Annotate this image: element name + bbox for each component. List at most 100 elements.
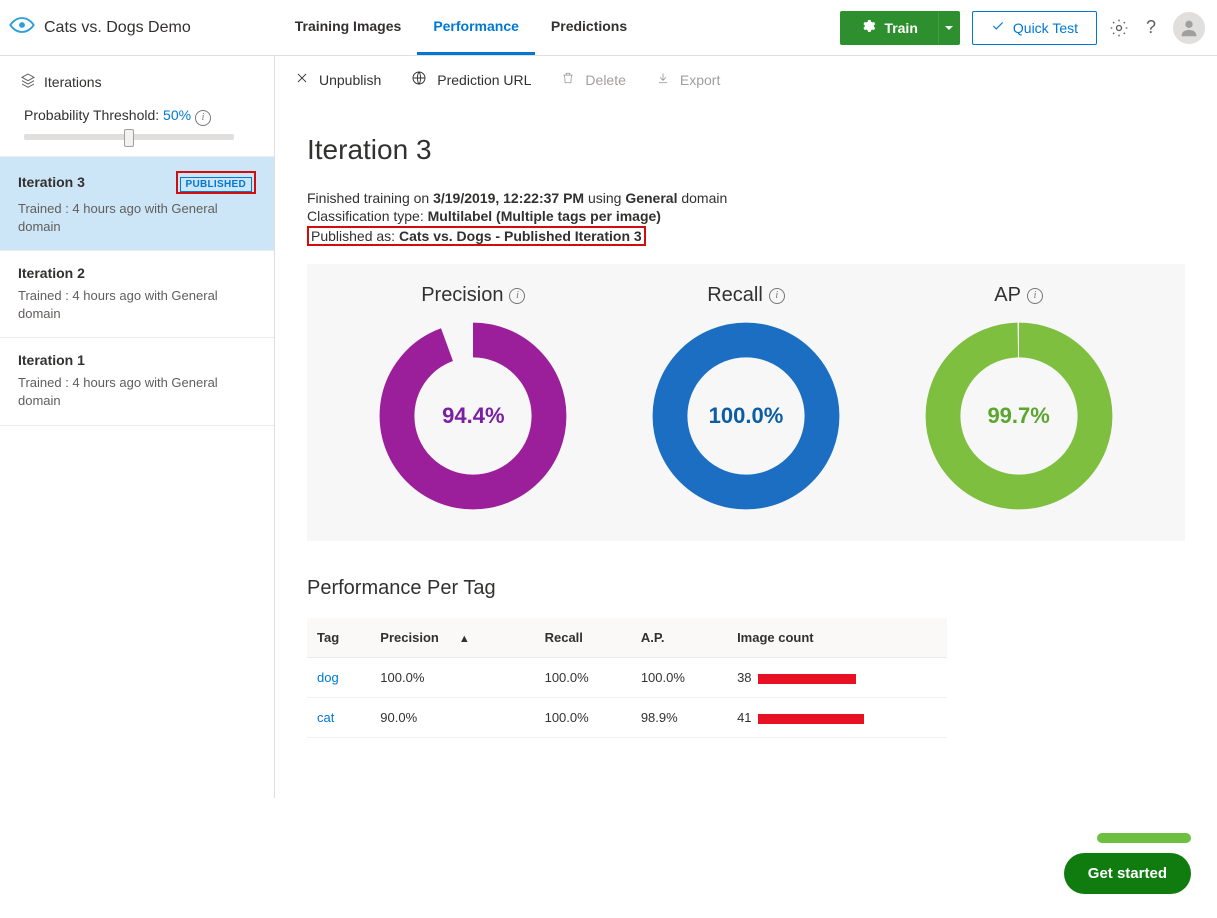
cell-ap: 98.9% — [631, 698, 727, 738]
unpublish-button[interactable]: Unpublish — [295, 71, 381, 88]
iteration-subtext: Trained : 4 hours ago with General domai… — [18, 374, 256, 410]
iteration-item-2[interactable]: Iteration 2 Trained : 4 hours ago with G… — [0, 250, 274, 337]
settings-icon[interactable] — [1109, 18, 1129, 38]
tag-link-cat[interactable]: cat — [317, 710, 334, 725]
published-as-name: Cats vs. Dogs - Published Iteration 3 — [399, 228, 642, 244]
precision-metric: Precision i 94.4% — [378, 284, 568, 511]
progress-pill — [1097, 833, 1191, 843]
export-label: Export — [680, 72, 720, 88]
get-started-widget: Get started — [1064, 833, 1191, 894]
iteration-item-1[interactable]: Iteration 1 Trained : 4 hours ago with G… — [0, 337, 274, 425]
col-image-count[interactable]: Image count — [727, 618, 947, 658]
info-icon[interactable]: i — [769, 288, 785, 304]
info-icon[interactable]: i — [1027, 288, 1043, 304]
iteration-toolbar: Unpublish Prediction URL Delete Export — [275, 56, 1217, 104]
close-icon — [295, 71, 309, 88]
delete-button: Delete — [561, 71, 625, 88]
iteration-subtext: Trained : 4 hours ago with General domai… — [18, 200, 256, 236]
prediction-url-button[interactable]: Prediction URL — [411, 70, 531, 89]
iteration-heading: Iteration 3 — [307, 134, 1185, 166]
ap-metric: AP i 99.7% — [924, 284, 1114, 511]
iterations-header: Iterations — [0, 56, 274, 97]
delete-label: Delete — [585, 72, 625, 88]
download-icon — [656, 71, 670, 88]
ap-donut: 99.7% — [924, 321, 1114, 511]
cell-count: 41 — [727, 698, 947, 738]
sort-asc-icon: ▲ — [459, 633, 470, 645]
tag-link-dog[interactable]: dog — [317, 670, 339, 685]
training-finished-line: Finished training on 3/19/2019, 12:22:37… — [307, 190, 1185, 206]
iteration-item-3[interactable]: Iteration 3 PUBLISHED Trained : 4 hours … — [0, 156, 274, 250]
threshold-value: 50% — [163, 107, 191, 123]
quick-test-label: Quick Test — [1013, 20, 1078, 36]
precision-label: Precision — [421, 284, 503, 307]
train-dropdown[interactable] — [938, 11, 960, 45]
trash-icon — [561, 71, 575, 88]
recall-donut: 100.0% — [651, 321, 841, 511]
threshold-slider[interactable] — [24, 134, 234, 140]
table-row: cat 90.0% 100.0% 98.9% 41 — [307, 698, 947, 738]
recall-metric: Recall i 100.0% — [651, 284, 841, 511]
col-tag[interactable]: Tag — [307, 618, 370, 658]
prediction-url-label: Prediction URL — [437, 72, 531, 88]
count-bar — [758, 674, 856, 684]
cell-precision: 90.0% — [370, 698, 534, 738]
info-icon[interactable]: i — [509, 288, 525, 304]
iteration-title: Iteration 2 — [18, 265, 85, 281]
content-area: Iteration 3 Finished training on 3/19/20… — [275, 104, 1217, 738]
project-title: Cats vs. Dogs Demo — [44, 19, 191, 37]
eye-icon — [8, 11, 36, 44]
recall-label: Recall — [707, 284, 763, 307]
tab-training-images[interactable]: Training Images — [279, 0, 418, 55]
train-button-group: Train — [840, 11, 959, 45]
cell-recall: 100.0% — [535, 658, 631, 698]
performance-table: Tag Precision▲ Recall A.P. Image count d… — [307, 618, 947, 738]
published-as-label: Published as: — [311, 228, 399, 244]
help-icon[interactable]: ? — [1141, 18, 1161, 38]
train-button[interactable]: Train — [840, 18, 937, 37]
logo-area: Cats vs. Dogs Demo — [8, 11, 199, 44]
perf-per-tag-heading: Performance Per Tag — [307, 577, 1185, 600]
ap-value: 99.7% — [924, 321, 1114, 511]
tab-performance[interactable]: Performance — [417, 0, 535, 55]
cell-count: 38 — [727, 658, 947, 698]
col-precision[interactable]: Precision▲ — [370, 618, 534, 658]
count-bar — [758, 714, 864, 724]
slider-thumb[interactable] — [124, 129, 134, 147]
layers-icon — [20, 72, 36, 91]
export-button: Export — [656, 71, 720, 88]
main-panel: Unpublish Prediction URL Delete Export I… — [275, 56, 1217, 798]
globe-icon — [411, 70, 427, 89]
threshold-label: Probability Threshold: — [24, 107, 159, 123]
highlight-published-line: Published as: Cats vs. Dogs - Published … — [307, 226, 1185, 246]
col-ap[interactable]: A.P. — [631, 618, 727, 658]
app-header: Cats vs. Dogs Demo Training Images Perfo… — [0, 0, 1217, 56]
precision-donut: 94.4% — [378, 321, 568, 511]
info-icon[interactable]: i — [195, 110, 211, 126]
unpublish-label: Unpublish — [319, 72, 381, 88]
quick-test-button[interactable]: Quick Test — [972, 11, 1097, 45]
nav-tabs: Training Images Performance Predictions — [279, 0, 643, 55]
tab-predictions[interactable]: Predictions — [535, 0, 643, 55]
iteration-title: Iteration 1 — [18, 352, 85, 368]
check-icon — [991, 19, 1005, 36]
cell-precision: 100.0% — [370, 658, 534, 698]
user-avatar[interactable] — [1173, 12, 1205, 44]
threshold-block: Probability Threshold: 50% i — [0, 97, 274, 156]
classification-type-line: Classification type: Multilabel (Multipl… — [307, 208, 1185, 224]
highlight-published-badge: PUBLISHED — [176, 171, 256, 194]
col-recall[interactable]: Recall — [535, 618, 631, 658]
get-started-button[interactable]: Get started — [1064, 853, 1191, 894]
ap-label: AP — [994, 284, 1021, 307]
published-badge: PUBLISHED — [180, 177, 252, 192]
cell-ap: 100.0% — [631, 658, 727, 698]
iteration-subtext: Trained : 4 hours ago with General domai… — [18, 287, 256, 323]
metrics-panel: Precision i 94.4% Recall i 100.0% AP i — [307, 264, 1185, 541]
train-button-label: Train — [884, 20, 917, 36]
iterations-label: Iterations — [44, 74, 102, 90]
header-actions: Train Quick Test ? — [840, 11, 1205, 45]
table-row: dog 100.0% 100.0% 100.0% 38 — [307, 658, 947, 698]
cell-recall: 100.0% — [535, 698, 631, 738]
recall-value: 100.0% — [651, 321, 841, 511]
gear-icon — [860, 18, 876, 37]
